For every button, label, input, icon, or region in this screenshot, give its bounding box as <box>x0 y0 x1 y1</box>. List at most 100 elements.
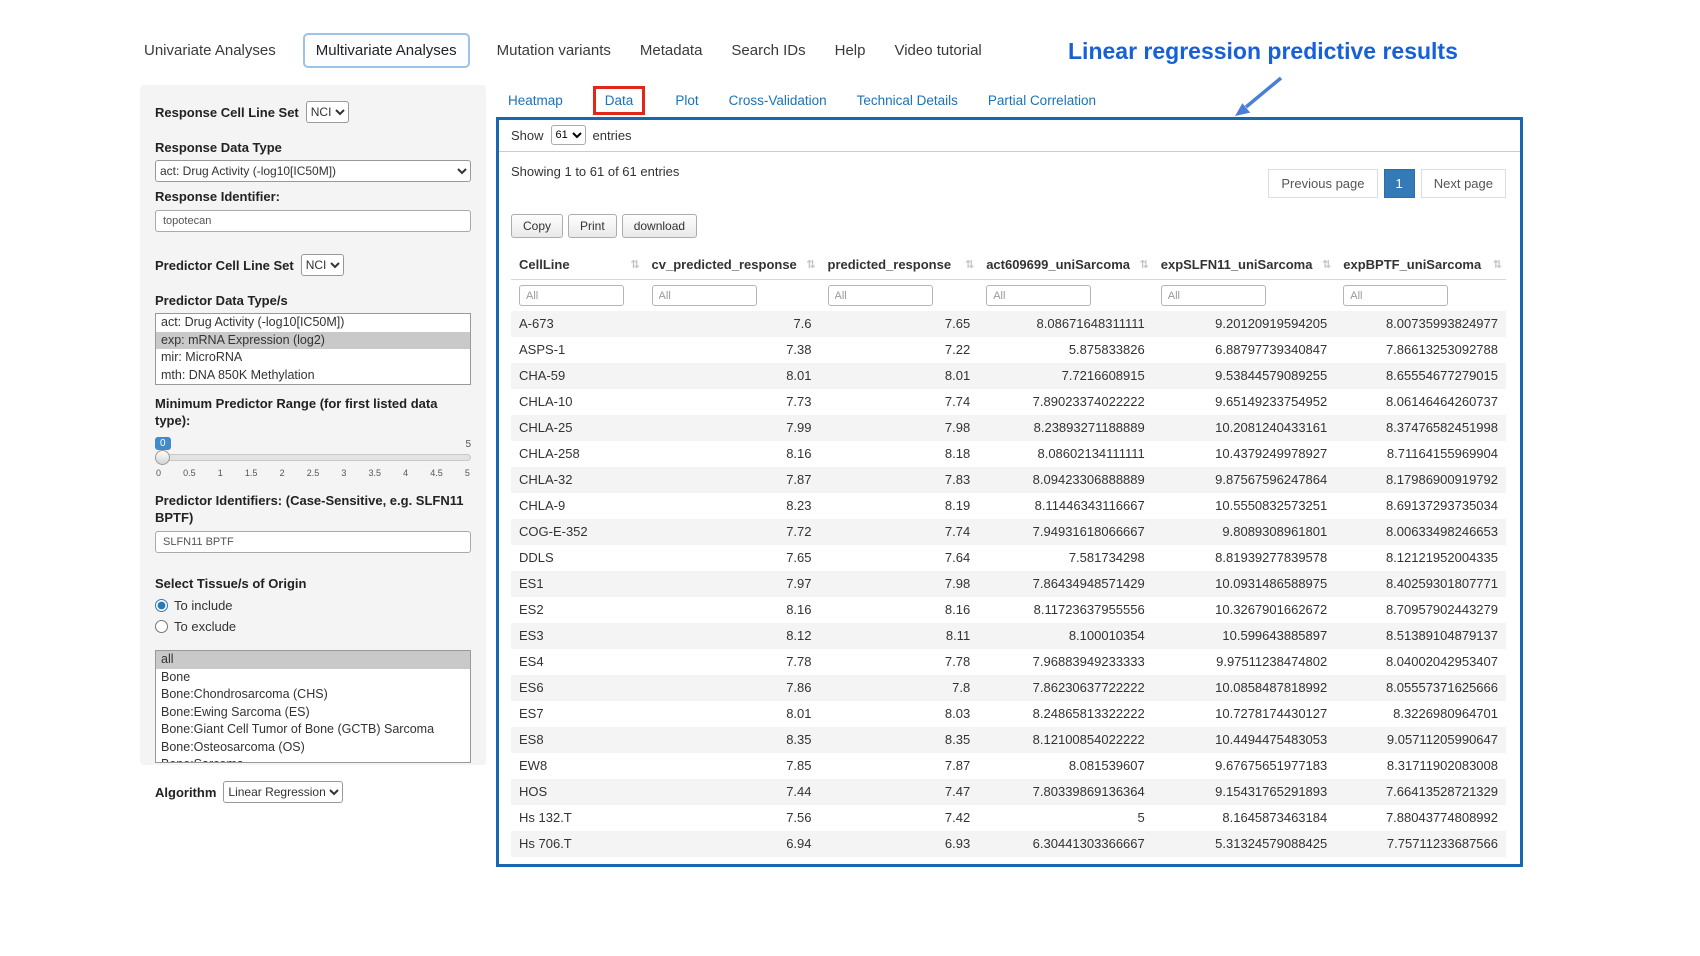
slider-max-label: 5 <box>465 439 471 450</box>
nav-tab-mutation-variants[interactable]: Mutation variants <box>495 35 613 66</box>
cell-value: 8.19 <box>820 493 979 519</box>
slider-track[interactable] <box>155 454 471 461</box>
copy-button[interactable]: Copy <box>511 214 563 238</box>
predictor-data-type-option[interactable]: act: Drug Activity (-log10[IC50M]) <box>156 314 470 332</box>
current-page-button[interactable]: 1 <box>1384 169 1415 198</box>
column-header-predicted-response[interactable]: predicted_response⇅ <box>820 250 979 280</box>
nav-tab-univariate-analyses[interactable]: Univariate Analyses <box>142 35 278 66</box>
sort-icon[interactable]: ⇅ <box>630 258 639 271</box>
tab-cross-validation[interactable]: Cross-Validation <box>729 93 827 108</box>
tissue-radio-to-include[interactable]: To include <box>155 598 471 613</box>
previous-page-button[interactable]: Previous page <box>1268 169 1377 198</box>
sort-icon[interactable]: ⇅ <box>1322 258 1331 271</box>
predictor-identifiers-input[interactable] <box>155 531 471 553</box>
nav-tab-multivariate-analyses[interactable]: Multivariate Analyses <box>303 33 470 68</box>
response-cell-line-set-select[interactable]: NCI <box>306 101 349 123</box>
cell-value: 8.31711902083008 <box>1335 753 1506 779</box>
tissue-listbox[interactable]: allBoneBone:Chondrosarcoma (CHS)Bone:Ewi… <box>155 650 471 763</box>
slider-tick-label: 1.5 <box>245 468 258 478</box>
response-cell-line-set-label: Response Cell Line Set <box>155 104 299 121</box>
response-identifier-input[interactable] <box>155 210 471 232</box>
tissue-radio-input[interactable] <box>155 620 168 633</box>
filter-input-expslfn11-unisarcoma[interactable] <box>1161 285 1266 306</box>
cell-line-name: A-673 <box>511 311 644 337</box>
response-data-type-field: Response Data Type act: Drug Activity (-… <box>155 139 471 182</box>
tissue-radio-input[interactable] <box>155 599 168 612</box>
table-row: CHLA-2588.168.188.0860213411111110.43792… <box>511 441 1506 467</box>
tissue-option[interactable]: Bone <box>156 669 470 687</box>
predictor-cell-line-set-select[interactable]: NCI <box>301 254 344 276</box>
column-header-expslfn11-unisarcoma[interactable]: expSLFN11_uniSarcoma ⇅ <box>1153 250 1336 280</box>
filter-input-predicted-response[interactable] <box>828 285 933 306</box>
cell-value: 10.599643885897 <box>1153 623 1336 649</box>
cell-value: 7.42 <box>820 805 979 831</box>
nav-tab-metadata[interactable]: Metadata <box>638 35 705 66</box>
column-header-label: expSLFN11_uniSarcoma <box>1161 257 1313 272</box>
min-predictor-range-slider[interactable]: 0 5 00.511.522.533.544.55 <box>155 437 471 478</box>
next-page-button[interactable]: Next page <box>1421 169 1506 198</box>
sort-icon[interactable]: ⇅ <box>806 258 815 271</box>
nav-tab-video-tutorial[interactable]: Video tutorial <box>892 35 983 66</box>
nav-tab-help[interactable]: Help <box>833 35 868 66</box>
column-header-label: act609699_uniSarcoma <box>986 257 1130 272</box>
cell-value: 8.16 <box>644 441 820 467</box>
predictor-data-type-option[interactable]: mir: MicroRNA <box>156 349 470 367</box>
cell-line-name: HOS <box>511 779 644 805</box>
column-header-cv-predicted-response[interactable]: cv_predicted_response⇅ <box>644 250 820 280</box>
cell-value: 9.15431765291893 <box>1153 779 1336 805</box>
cell-line-name: ES7 <box>511 701 644 727</box>
sort-icon[interactable]: ⇅ <box>965 258 974 271</box>
cell-value: 9.53844579089255 <box>1153 363 1336 389</box>
tissue-option[interactable]: Bone:Osteosarcoma (OS) <box>156 739 470 757</box>
predictor-data-type-option[interactable]: exp: mRNA Expression (log2) <box>156 332 470 350</box>
sort-icon[interactable]: ⇅ <box>1493 258 1502 271</box>
cell-value: 10.2081240433161 <box>1153 415 1336 441</box>
tab-plot[interactable]: Plot <box>675 93 698 108</box>
predictor-data-types-listbox[interactable]: act: Drug Activity (-log10[IC50M])exp: m… <box>155 313 471 385</box>
column-header-cellline[interactable]: CellLine⇅ <box>511 250 644 280</box>
filter-input-cv-predicted-response[interactable] <box>652 285 757 306</box>
cell-value: 7.7216608915 <box>978 363 1153 389</box>
cell-value: 8.65554677279015 <box>1335 363 1506 389</box>
tissue-radio-to-exclude[interactable]: To exclude <box>155 619 471 634</box>
cell-value: 8.69137293735034 <box>1335 493 1506 519</box>
cell-value: 8.05557371625666 <box>1335 675 1506 701</box>
tissue-option[interactable]: Bone:Sarcoma <box>156 756 470 763</box>
cell-value: 7.6 <box>644 311 820 337</box>
cell-value: 8.16 <box>820 597 979 623</box>
nav-tab-search-ids[interactable]: Search IDs <box>729 35 807 66</box>
tissue-option[interactable]: Bone:Ewing Sarcoma (ES) <box>156 704 470 722</box>
sort-icon[interactable]: ⇅ <box>1140 258 1149 271</box>
cell-value: 7.72 <box>644 519 820 545</box>
column-header-act609699-unisarcoma[interactable]: act609699_uniSarcoma ⇅ <box>978 250 1153 280</box>
cell-line-name: Hs 706.T <box>511 831 644 857</box>
download-button[interactable]: download <box>622 214 697 238</box>
algorithm-select[interactable]: Linear Regression <box>223 781 343 803</box>
sidebar: Response Cell Line Set NCI Response Data… <box>140 85 486 765</box>
table-export-buttons: CopyPrintdownload <box>511 214 1506 238</box>
cell-value: 7.78 <box>644 649 820 675</box>
tissue-option[interactable]: Bone:Giant Cell Tumor of Bone (GCTB) Sar… <box>156 721 470 739</box>
tab-heatmap[interactable]: Heatmap <box>508 93 563 108</box>
print-button[interactable]: Print <box>568 214 617 238</box>
slider-tick-label: 3.5 <box>368 468 381 478</box>
tissue-field: Select Tissue/s of Origin To includeTo e… <box>155 575 471 763</box>
predictor-data-type-option[interactable]: mth: DNA 850K Methylation <box>156 367 470 385</box>
cell-value: 8.24865813322222 <box>978 701 1153 727</box>
tissue-option[interactable]: Bone:Chondrosarcoma (CHS) <box>156 686 470 704</box>
filter-input-expbptf-unisarcoma[interactable] <box>1343 285 1448 306</box>
table-row: DDLS7.657.647.5817342988.819392778395788… <box>511 545 1506 571</box>
show-entries-select[interactable]: 61 <box>551 125 586 145</box>
filter-input-cellline[interactable] <box>519 285 624 306</box>
column-header-expbptf-unisarcoma[interactable]: expBPTF_uniSarcoma⇅ <box>1335 250 1506 280</box>
filter-input-act609699-unisarcoma[interactable] <box>986 285 1091 306</box>
response-data-type-label: Response Data Type <box>155 139 471 156</box>
response-data-type-select[interactable]: act: Drug Activity (-log10[IC50M]) <box>155 160 471 182</box>
tab-technical-details[interactable]: Technical Details <box>857 93 958 108</box>
slider-tick-label: 5 <box>465 468 470 478</box>
cell-value: 7.44 <box>644 779 820 805</box>
tab-partial-correlation[interactable]: Partial Correlation <box>988 93 1096 108</box>
tab-data[interactable]: Data <box>593 86 646 115</box>
tissue-option[interactable]: all <box>156 651 470 669</box>
slider-handle[interactable] <box>155 450 170 465</box>
